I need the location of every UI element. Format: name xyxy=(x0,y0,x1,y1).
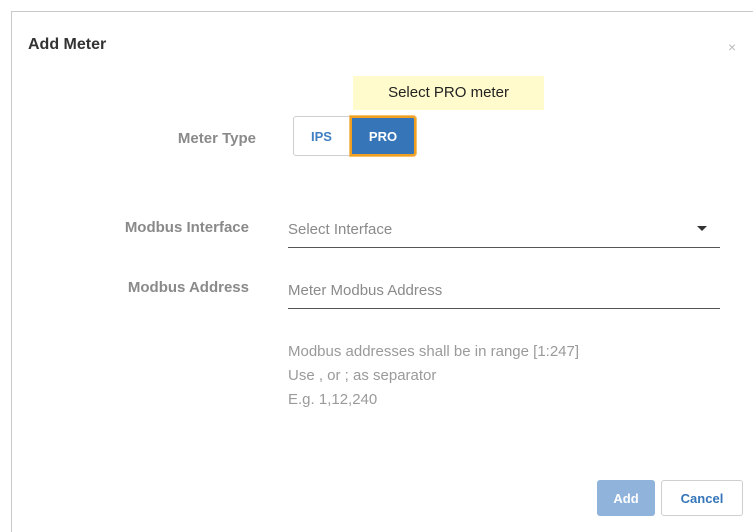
meter-type-toggle: IPS PRO xyxy=(293,116,416,156)
help-line-range: Modbus addresses shall be in range [1:24… xyxy=(288,343,580,360)
modbus-interface-select[interactable]: Select Interface xyxy=(288,216,720,248)
help-line-example: E.g. 1,12,240 xyxy=(288,391,378,408)
modbus-address-input[interactable]: Meter Modbus Address xyxy=(288,277,720,309)
modbus-address-placeholder: Meter Modbus Address xyxy=(288,282,443,299)
hint-tooltip: Select PRO meter xyxy=(353,76,544,110)
modbus-address-help: Modbus addresses shall be in range [1:24… xyxy=(288,340,579,412)
add-button[interactable]: Add xyxy=(597,480,655,516)
help-line-separator: Use , or ; as separator xyxy=(288,367,437,384)
close-icon[interactable]: × xyxy=(728,40,736,54)
modbus-address-label: Modbus Address xyxy=(127,279,249,296)
meter-type-ips-button[interactable]: IPS xyxy=(293,116,350,156)
modbus-interface-placeholder: Select Interface xyxy=(288,221,393,238)
cancel-button[interactable]: Cancel xyxy=(661,480,743,516)
dialog-title: Add Meter xyxy=(28,36,107,53)
chevron-down-icon xyxy=(697,226,707,231)
meter-type-pro-button[interactable]: PRO xyxy=(350,116,416,156)
meter-type-label: Meter Type xyxy=(177,130,256,147)
modbus-interface-label: Modbus Interface xyxy=(124,219,249,236)
